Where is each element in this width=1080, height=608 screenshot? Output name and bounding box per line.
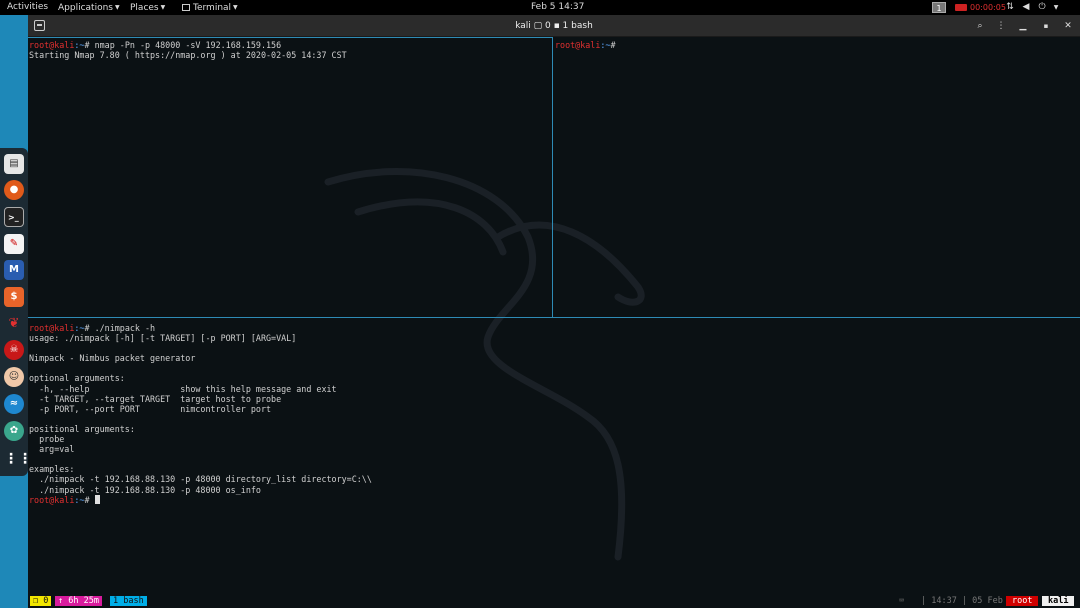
places-label: Places [130, 3, 159, 13]
firefox-icon[interactable]: ● [4, 180, 24, 200]
pane-top-left[interactable]: root@kali:~# nmap -Pn -p 48000 -sV 192.1… [29, 40, 549, 60]
kebab-menu-icon[interactable]: ⋮ [994, 19, 1008, 33]
pane-bottom[interactable]: root@kali:~# ./nimpack -h usage: ./nimpac… [29, 323, 1077, 505]
prompt-path: :~ [74, 323, 85, 333]
terminal-label: Terminal [193, 3, 232, 13]
prompt-user: root@kali [555, 40, 601, 50]
pane-top-border [28, 37, 552, 38]
terminal-line: ./nimpack -t 192.168.88.130 -p 48000 os_… [29, 484, 261, 495]
applications-menu[interactable]: Applications ▼ [58, 0, 120, 15]
volume-icon[interactable]: ◀ [1020, 0, 1032, 15]
faraday-icon[interactable]: ✿ [4, 421, 24, 441]
burpsuite-icon[interactable]: $ [4, 287, 24, 307]
prompt-user: root@kali [29, 323, 75, 333]
terminal-line: arg=val [29, 444, 75, 455]
power-icon[interactable]: ⏻ [1036, 0, 1048, 15]
keyboard-icon: ⌨ [899, 596, 905, 606]
show-apps-icon[interactable]: ⋮⋮ [4, 449, 32, 469]
wireshark-icon[interactable]: ≈ [4, 394, 24, 414]
terminal-line: root@kali:~# ./nimpack -h [29, 323, 1077, 333]
maximize-icon[interactable]: ▪ [1039, 19, 1053, 33]
prompt-command: # nmap -Pn -p 48000 -sV 192.168.159.156 [84, 40, 282, 50]
window-title: kali ▢ 0 ▪ 1 bash [515, 21, 593, 31]
terminal-line: probe [29, 434, 65, 445]
network-icon[interactable]: ⇅ [1004, 0, 1016, 15]
pane-top-right[interactable]: root@kali:~# [555, 40, 1075, 50]
recording-time: 00:00:05 [970, 3, 1006, 12]
terminal-line: optional arguments: [29, 373, 125, 384]
prompt-path: :~ [600, 40, 611, 50]
terminal-view[interactable]: root@kali:~# nmap -Pn -p 48000 -sV 192.1… [28, 37, 1080, 593]
search-icon[interactable]: ⌕ [973, 19, 987, 33]
prompt-command: # [610, 40, 616, 50]
pane-divider-horizontal[interactable] [28, 317, 1080, 318]
prompt-path: :~ [74, 40, 85, 50]
armitage-icon[interactable]: ☠ [4, 340, 24, 360]
cherrytree-icon[interactable]: ❦ [4, 314, 24, 334]
prompt-user: root@kali [29, 494, 75, 505]
close-icon[interactable]: ✕ [1061, 19, 1075, 33]
text-cursor [94, 494, 100, 504]
terminal-line: root@kali:~# [555, 40, 1075, 50]
terminal-line: root@kali:~# [29, 494, 1077, 505]
prompt-user: root@kali [29, 40, 75, 50]
terminal-app-icon [182, 4, 190, 11]
minimize-icon[interactable]: ▁ [1016, 19, 1030, 33]
terminal-line: Starting Nmap 7.80 ( https://nmap.org ) … [29, 50, 347, 61]
metasploit-icon[interactable]: M [4, 260, 24, 280]
clock[interactable]: Feb 5 14:37 [531, 0, 584, 15]
dock: ▤ ● >_ ✎ M $ ❦ ☠ ☺ ≈ ✿ ⋮⋮ [0, 148, 32, 476]
chevron-down-icon: ▼ [233, 4, 238, 11]
tmux-status-bar: ❐ 0 ↑ 6h 25m 1 bash ⌨ | 14:37 | 05 Feb r… [28, 593, 1080, 608]
recording-icon [955, 4, 967, 11]
tmux-user: root [1006, 596, 1039, 606]
places-menu[interactable]: Places ▼ [130, 0, 165, 15]
terminal-line: -h, --help show this help message and ex… [29, 383, 337, 394]
terminal-line: ./nimpack -t 192.168.88.130 -p 48000 dir… [29, 474, 372, 485]
terminal-line: examples: [29, 464, 75, 475]
pane-divider-vertical[interactable] [552, 37, 553, 317]
kali-dragon-watermark [324, 168, 645, 561]
terminal-headerbar: kali ▢ 0 ▪ 1 bash ⌕ ⋮ ▁ ▪ ✕ [28, 15, 1080, 37]
tmux-host: kali [1042, 596, 1075, 606]
tmux-uptime: ↑ 6h 25m [55, 596, 102, 606]
terminal-line: usage: ./nimpack [-h] [-t TARGET] [-p PO… [29, 333, 297, 344]
terminal-icon[interactable]: >_ [4, 207, 24, 227]
avatar-icon[interactable]: ☺ [4, 367, 24, 387]
tmux-window-tab[interactable]: 1 bash [110, 596, 147, 606]
files-icon[interactable]: ▤ [4, 154, 24, 174]
terminal-line: positional arguments: [29, 423, 135, 434]
chevron-down-icon: ▼ [160, 4, 166, 11]
leafpad-icon[interactable]: ✎ [4, 234, 24, 254]
prompt-command: # [84, 494, 95, 505]
applications-label: Applications [58, 3, 113, 13]
terminal-line: -t TARGET, --target TARGET target host t… [29, 393, 282, 404]
chevron-down-icon: ▼ [114, 4, 120, 11]
top-bar: Activities Applications ▼ Places ▼ Termina… [0, 0, 1080, 15]
terminal-line: -p PORT, --port PORT nimcontroller port [29, 403, 272, 414]
workspace-indicator[interactable]: 1 [932, 2, 946, 13]
prompt-path: :~ [74, 494, 85, 505]
terminal-line: Nimpack - Nimbus packet generator [29, 353, 196, 364]
terminal-line: root@kali:~# nmap -Pn -p 48000 -sV 192.1… [29, 40, 549, 50]
tmux-session: ❐ 0 [30, 596, 52, 606]
tmux-datetime: | 14:37 | 05 Feb [921, 596, 1003, 606]
terminal-menu[interactable]: Terminal ▼ [182, 0, 238, 15]
activities-button[interactable]: Activities [7, 0, 48, 15]
chevron-down-icon[interactable]: ▼ [1050, 0, 1062, 15]
prompt-command: # ./nimpack -h [84, 323, 156, 333]
